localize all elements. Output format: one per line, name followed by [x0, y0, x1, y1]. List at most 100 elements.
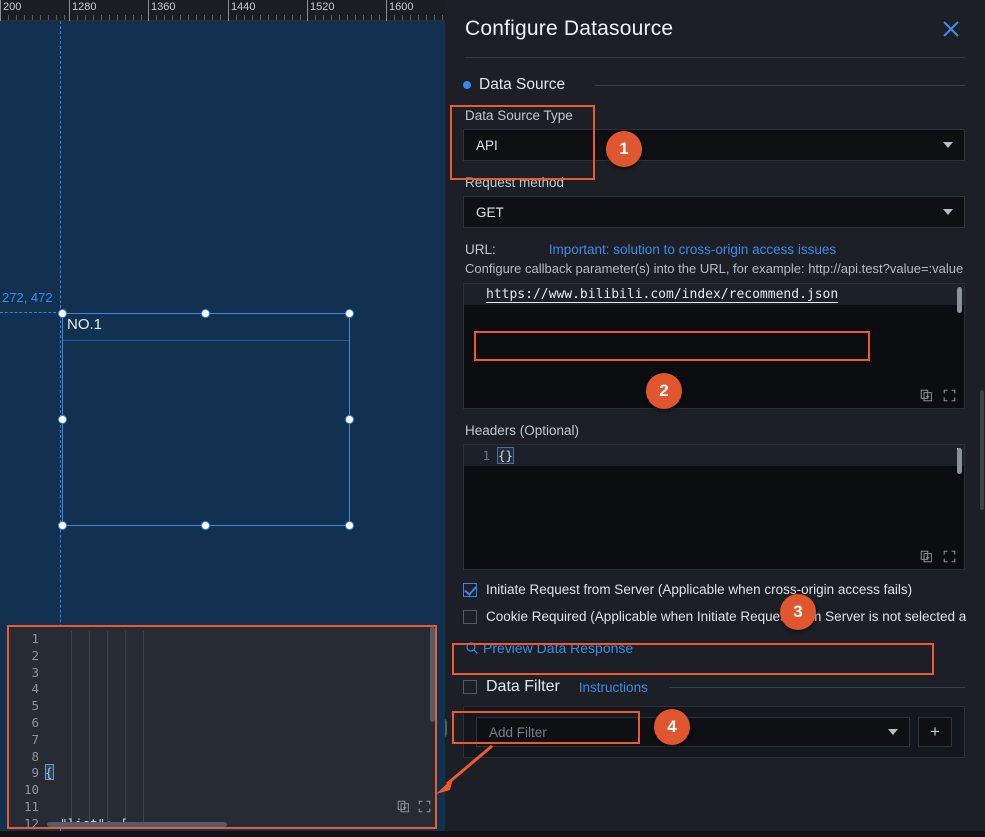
data-source-type-label: Data Source Type	[465, 108, 573, 123]
line-number: 5	[31, 698, 39, 714]
line-number: 7	[31, 731, 39, 747]
url-value[interactable]: https://www.bilibili.com/index/recommend…	[486, 287, 839, 303]
add-filter-button[interactable]: +	[918, 717, 952, 747]
annotation-badge-1: 1	[606, 131, 642, 167]
cookie-required-row[interactable]: Cookie Required (Applicable when Initiat…	[463, 609, 967, 624]
resize-handle-bottom-right[interactable]	[346, 522, 353, 529]
horizontal-guide-line[interactable]	[0, 312, 61, 313]
search-icon	[466, 642, 478, 654]
panel-vertical-scrollbar[interactable]	[980, 390, 984, 510]
line-number: 6	[31, 714, 39, 730]
section-title: Data Source	[479, 76, 566, 93]
code-line-numbers: 1 2 3 4 5 6 7 8 9 10 11 12	[7, 625, 45, 829]
add-filter-select[interactable]: Add Filter	[476, 717, 910, 747]
resize-handle-bottom-middle[interactable]	[202, 522, 209, 529]
request-method-select[interactable]: GET	[463, 196, 965, 228]
data-filter-title: Data Filter	[486, 678, 560, 695]
chevron-down-icon	[943, 142, 953, 148]
resize-handle-top-right[interactable]	[346, 310, 353, 317]
code-content[interactable]: { "list": [ { "aid": 413908752, "last_re…	[45, 625, 437, 829]
ruler-label: 200	[3, 1, 22, 13]
add-filter-placeholder: Add Filter	[489, 724, 547, 740]
preview-data-response-button[interactable]: Preview Data Response	[463, 638, 635, 658]
cookie-required-checkbox[interactable]	[463, 609, 477, 624]
line-number: 1	[482, 448, 490, 463]
code-line: {	[45, 764, 54, 781]
ruler-label: 1360	[151, 1, 176, 13]
resize-handle-bottom-left[interactable]	[59, 522, 66, 529]
request-method-label: Request method	[465, 175, 565, 190]
filter-rule	[668, 686, 965, 688]
fullscreen-icon[interactable]	[418, 800, 431, 813]
annotation-badge-2: 2	[646, 373, 682, 409]
code-vertical-scrollbar[interactable]	[430, 627, 435, 722]
configure-datasource-panel: Configure Datasource Data Source Data So…	[445, 0, 985, 837]
code-horizontal-scrollbar[interactable]	[47, 822, 227, 827]
data-filter-checkbox[interactable]	[463, 680, 477, 694]
copy-icon[interactable]	[397, 800, 410, 813]
data-filter-section-header: Data Filter Instructions	[463, 678, 965, 696]
section-bullet-icon	[463, 81, 471, 89]
filter-controls: Add Filter +	[463, 706, 965, 758]
panel-body: Data Source Data Source Type API Request…	[445, 58, 985, 837]
horizontal-ruler[interactable]: 200 1280 1360 1440 1520 1600	[0, 0, 445, 21]
widget-divider	[63, 340, 349, 341]
app-root: 200 1280 1360 1440 1520 1600 272, 472 NO…	[0, 0, 985, 837]
resize-handle-top-middle[interactable]	[202, 310, 209, 317]
copy-icon[interactable]	[920, 389, 933, 402]
section-rule	[595, 84, 965, 86]
annotation-badge-4: 4	[654, 709, 690, 745]
ruler-label: 1440	[231, 1, 256, 13]
initiate-request-checkbox[interactable]	[463, 582, 477, 597]
fullscreen-icon[interactable]	[943, 550, 956, 563]
initiate-request-row[interactable]: Initiate Request from Server (Applicable…	[463, 582, 965, 597]
annotation-badge-3: 3	[780, 594, 816, 630]
line-number: 12	[23, 815, 39, 829]
ruler-label: 1280	[72, 1, 97, 13]
close-icon[interactable]	[939, 17, 963, 41]
preview-button-label: Preview Data Response	[483, 640, 634, 656]
ruler-label: 1600	[389, 1, 414, 13]
resize-handle-middle-right[interactable]	[346, 415, 353, 423]
instructions-link[interactable]: Instructions	[579, 680, 648, 695]
ruler-label: 1520	[310, 1, 335, 13]
line-number: 11	[23, 798, 39, 814]
chevron-down-icon	[943, 209, 953, 215]
cookie-required-label: Cookie Required (Applicable when Initiat…	[486, 609, 967, 624]
panel-collapse-handle[interactable]	[445, 718, 447, 738]
selection-coordinates: 272, 472	[2, 290, 53, 305]
chevron-down-icon	[888, 729, 898, 735]
line-number: 10	[23, 782, 39, 798]
window-bottom-edge	[0, 831, 985, 837]
headers-label: Headers (Optional)	[465, 423, 580, 438]
data-source-type-value: API	[476, 137, 498, 153]
cors-help-link[interactable]: Important: solution to cross-origin acce…	[549, 242, 836, 257]
resize-handle-middle-left[interactable]	[59, 415, 66, 423]
json-response-viewer[interactable]: 1 2 3 4 5 6 7 8 9 10 11 12 {	[7, 625, 437, 829]
url-label: URL:	[465, 242, 496, 257]
copy-icon[interactable]	[920, 550, 933, 563]
line-number: 4	[31, 681, 39, 697]
url-hint-text: Configure callback parameter(s) into the…	[465, 261, 964, 276]
design-canvas[interactable]: 200 1280 1360 1440 1520 1600 272, 472 NO…	[0, 0, 445, 837]
headers-value[interactable]: {}	[496, 447, 515, 464]
data-source-section-header: Data Source	[463, 76, 965, 94]
line-number: 2	[31, 647, 39, 663]
line-number: 9	[31, 765, 39, 781]
fullscreen-icon[interactable]	[943, 389, 956, 402]
line-number: 3	[31, 664, 39, 680]
selected-widget[interactable]: NO.1	[59, 310, 353, 529]
url-label-row: URL: Important: solution to cross-origin…	[465, 242, 965, 257]
url-editor[interactable]: https://www.bilibili.com/index/recommend…	[463, 283, 965, 409]
panel-header: Configure Datasource	[445, 0, 985, 58]
resize-handle-top-left[interactable]	[59, 310, 66, 317]
line-number: 8	[31, 748, 39, 764]
initiate-request-label: Initiate Request from Server (Applicable…	[486, 582, 913, 597]
request-method-value: GET	[476, 204, 504, 220]
headers-editor-scrollbar[interactable]	[957, 448, 962, 474]
page-title: Configure Datasource	[465, 17, 674, 40]
line-number: 1	[31, 631, 39, 646]
data-source-type-select[interactable]: API	[463, 129, 965, 161]
headers-editor[interactable]: 1 {}	[463, 444, 965, 570]
url-editor-scrollbar[interactable]	[957, 287, 962, 313]
